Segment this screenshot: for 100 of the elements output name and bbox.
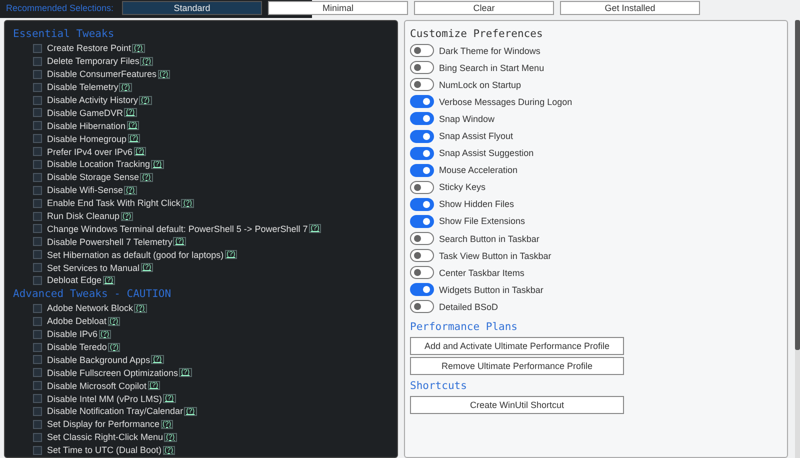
checkbox[interactable] <box>33 198 42 208</box>
toggle-switch[interactable] <box>410 44 434 58</box>
checkbox[interactable] <box>33 147 42 156</box>
toggle-switch[interactable] <box>410 95 434 108</box>
toggle-label: Detailed BSoD <box>439 302 498 312</box>
toggle-switch[interactable] <box>410 61 434 74</box>
toggle-switch[interactable] <box>410 112 434 126</box>
checkbox[interactable] <box>33 381 42 390</box>
tweak-label: Set Services to Manual <box>47 262 140 273</box>
toggle-switch[interactable] <box>410 249 434 262</box>
checkbox[interactable] <box>33 394 42 404</box>
tweak-label: Disable ConsumerFeatures <box>47 69 157 80</box>
preset-button[interactable]: Get Installed <box>560 1 700 15</box>
checkbox[interactable] <box>33 446 42 455</box>
checkbox[interactable] <box>33 330 42 339</box>
tweak-label: Disable Notification Tray/Calendar <box>47 406 184 416</box>
preset-button[interactable]: Standard <box>122 1 262 15</box>
tweak-label: Disable Hibernation <box>47 120 126 131</box>
checkbox[interactable] <box>33 186 42 195</box>
checkbox[interactable] <box>33 316 42 326</box>
toggle-switch[interactable] <box>410 164 434 177</box>
tweak-label: Delete Temporary Files <box>47 56 140 66</box>
section-heading: Shortcuts <box>410 378 468 394</box>
tweak-label: Disable Intel MM (vPro LMS) <box>47 394 162 404</box>
checkbox[interactable] <box>33 237 42 246</box>
toggle-label: Search Button in Taskbar <box>439 234 540 244</box>
action-button[interactable]: Create WinUtil Shortcut <box>410 396 624 414</box>
tweak-label: Disable Activity History <box>47 95 138 105</box>
checkbox[interactable] <box>33 342 42 352</box>
tweak-label: Set Time to UTC (Dual Boot) <box>47 445 162 456</box>
action-button[interactable]: Add and Activate Ultimate Performance Profile <box>410 336 624 354</box>
tweak-label: Run Disk Cleanup <box>47 211 120 222</box>
tweak-label: Disable Storage Sense <box>47 172 140 182</box>
tweak-label: Create Restore Point <box>47 43 132 54</box>
toggle-label: Snap Assist Suggestion <box>439 148 534 158</box>
checkbox[interactable] <box>33 212 42 221</box>
tweak-label: Set Display for Performance <box>47 419 160 430</box>
checkbox[interactable] <box>33 108 42 118</box>
tweak-label: Disable Location Tracking <box>47 159 150 170</box>
tweak-label: Debloat Edge <box>47 275 102 286</box>
tweak-label: Disable Wifi-Sense <box>47 185 124 196</box>
tweak-label: Disable GameDVR <box>47 108 124 118</box>
checkbox[interactable] <box>33 160 42 169</box>
action-button[interactable]: Remove Ultimate Performance Profile <box>410 356 624 374</box>
checkbox[interactable] <box>33 420 42 429</box>
tweak-label: Change Windows Terminal default: PowerShell 5 -> PowerShell 7 <box>47 224 308 234</box>
toggle-switch[interactable] <box>410 198 434 211</box>
toggle-switch[interactable] <box>410 283 434 296</box>
checkbox[interactable] <box>33 250 42 260</box>
tweak-label: Set Classic Right-Click Menu <box>47 432 164 442</box>
section-heading: Customize Preferences <box>410 27 544 42</box>
checkbox[interactable] <box>33 56 42 66</box>
toggle-switch[interactable] <box>410 78 434 92</box>
checkbox[interactable] <box>33 96 42 104</box>
tweak-label: Disable Teredo <box>47 342 107 352</box>
toggle-switch[interactable] <box>410 130 434 143</box>
tweak-label: Disable Microsoft Copilot <box>47 380 147 391</box>
checkbox[interactable] <box>33 304 42 313</box>
checkbox[interactable] <box>33 368 42 378</box>
checkbox[interactable] <box>33 44 42 53</box>
tweak-label: Enable End Task With Right Click <box>47 198 180 208</box>
toggle-switch[interactable] <box>410 180 434 194</box>
toggle-label: Widgets Button in Taskbar <box>439 284 544 295</box>
toggle-switch[interactable] <box>410 266 434 280</box>
checkbox[interactable] <box>33 355 42 364</box>
tweak-label: Disable Background Apps <box>47 354 150 365</box>
recommended-label: Recommended Selections: <box>6 3 115 13</box>
toggle-label: Verbose Messages During Logon <box>439 96 572 107</box>
checkbox[interactable] <box>33 70 42 79</box>
tweak-label: Set Hibernation as default (good for laptops) <box>47 250 224 260</box>
section-heading: Performance Plans <box>410 320 518 334</box>
tweak-label: Disable Homegroup <box>47 134 127 144</box>
section-heading: Essential Tweaks <box>13 27 116 42</box>
tweak-label: Adobe Network Block <box>47 303 134 314</box>
toggle-label: Show File Extensions <box>439 216 526 226</box>
toggle-label: Mouse Acceleration <box>439 165 518 176</box>
toggle-label: NumLock on Startup <box>439 80 522 90</box>
scrollbar[interactable] <box>795 20 800 458</box>
checkbox[interactable] <box>33 263 42 272</box>
toggle-switch[interactable] <box>410 232 434 246</box>
tweak-label: Disable Telemetry <box>47 82 118 92</box>
checkbox[interactable] <box>33 172 42 182</box>
checkbox[interactable] <box>33 224 42 234</box>
toggle-switch[interactable] <box>410 214 434 228</box>
checkbox[interactable] <box>33 121 42 130</box>
toggle-switch[interactable] <box>410 146 434 160</box>
tweak-label: Disable Powershell 7 Telemetry <box>47 236 172 247</box>
preset-button[interactable]: Minimal <box>268 1 408 15</box>
checkbox[interactable] <box>33 276 42 285</box>
checkbox[interactable] <box>33 406 42 416</box>
toggle-switch[interactable] <box>410 300 434 314</box>
section-heading: Advanced Tweaks - CAUTION <box>13 286 172 302</box>
checkbox[interactable] <box>33 134 42 144</box>
preset-button[interactable]: Clear <box>414 1 554 15</box>
tweak-label: Disable Fullscreen Optimizations <box>47 368 178 378</box>
checkbox[interactable] <box>33 82 42 92</box>
tweak-label: Disable IPv6 <box>47 329 98 340</box>
toggle-label: Sticky Keys <box>439 182 486 192</box>
toggle-label: Center Taskbar Items <box>439 268 524 278</box>
checkbox[interactable] <box>33 432 42 442</box>
